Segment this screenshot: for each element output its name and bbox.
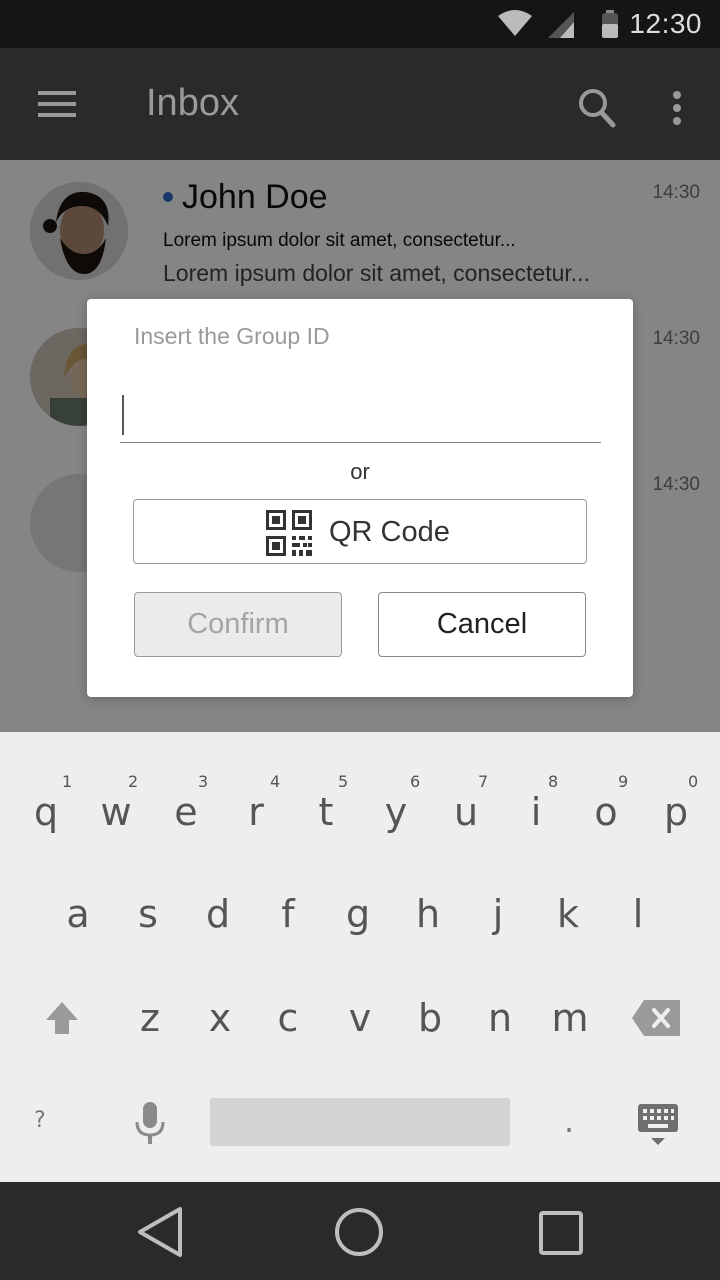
confirm-button[interactable]: Confirm bbox=[134, 592, 342, 657]
period-key[interactable]: . bbox=[564, 1102, 574, 1140]
key-hint-6: 6 bbox=[410, 772, 421, 791]
or-label: or bbox=[350, 459, 370, 484]
key-f[interactable]: f bbox=[266, 892, 310, 936]
soft-keyboard: q w e r t y u i o p 1 2 3 4 5 6 7 8 9 0 … bbox=[0, 732, 720, 1182]
key-u[interactable]: u bbox=[444, 790, 488, 834]
key-hint-8: 8 bbox=[548, 772, 559, 791]
keyboard-hide-icon[interactable] bbox=[638, 1104, 678, 1150]
key-a[interactable]: a bbox=[56, 892, 100, 936]
key-i[interactable]: i bbox=[514, 790, 558, 834]
status-time: 12:30 bbox=[629, 8, 702, 39]
qr-code-label: QR Code bbox=[329, 516, 450, 548]
app-bar: Inbox bbox=[0, 48, 720, 160]
group-id-dialog: Insert the Group ID or QR Code Confirm C… bbox=[87, 299, 633, 697]
search-icon[interactable] bbox=[578, 88, 616, 133]
key-b[interactable]: b bbox=[408, 996, 452, 1040]
text-cursor bbox=[122, 395, 124, 435]
more-options-icon[interactable] bbox=[672, 90, 682, 131]
status-bar: 12:30 bbox=[0, 0, 720, 48]
key-t[interactable]: t bbox=[304, 790, 348, 834]
navigation-bar bbox=[0, 1182, 720, 1280]
key-h[interactable]: h bbox=[406, 892, 450, 936]
key-q[interactable]: q bbox=[24, 790, 68, 834]
dialog-hint: Insert the Group ID bbox=[134, 323, 330, 349]
key-hint-3: 3 bbox=[198, 772, 209, 791]
group-id-input[interactable] bbox=[120, 387, 601, 443]
symbols-key[interactable]: ? bbox=[34, 1108, 46, 1133]
key-e[interactable]: e bbox=[164, 790, 208, 834]
key-r[interactable]: r bbox=[234, 790, 278, 834]
key-k[interactable]: k bbox=[546, 892, 590, 936]
page-title: Inbox bbox=[146, 82, 239, 124]
key-hint-4: 4 bbox=[270, 772, 281, 791]
key-w[interactable]: w bbox=[94, 790, 138, 834]
space-bar[interactable] bbox=[210, 1098, 510, 1146]
key-j[interactable]: j bbox=[476, 892, 520, 936]
home-icon[interactable] bbox=[333, 1206, 385, 1263]
key-o[interactable]: o bbox=[584, 790, 628, 834]
qr-code-button[interactable]: QR Code bbox=[133, 499, 587, 564]
qr-code-icon bbox=[266, 510, 312, 561]
key-g[interactable]: g bbox=[336, 892, 380, 936]
key-d[interactable]: d bbox=[196, 892, 240, 936]
key-n[interactable]: n bbox=[478, 996, 522, 1040]
recents-icon[interactable] bbox=[538, 1210, 584, 1261]
key-p[interactable]: p bbox=[654, 790, 698, 834]
battery-icon bbox=[600, 10, 620, 43]
key-hint-2: 2 bbox=[128, 772, 139, 791]
key-m[interactable]: m bbox=[548, 996, 592, 1040]
key-v[interactable]: v bbox=[338, 996, 382, 1040]
wifi-icon bbox=[498, 10, 532, 43]
key-hint-9: 9 bbox=[618, 772, 629, 791]
key-c[interactable]: c bbox=[266, 996, 310, 1040]
back-icon[interactable] bbox=[136, 1206, 184, 1263]
key-x[interactable]: x bbox=[198, 996, 242, 1040]
key-hint-0: 0 bbox=[688, 772, 699, 791]
menu-icon[interactable] bbox=[38, 90, 76, 123]
backspace-icon[interactable] bbox=[632, 1000, 680, 1040]
key-hint-1: 1 bbox=[62, 772, 73, 791]
key-z[interactable]: z bbox=[128, 996, 172, 1040]
key-hint-5: 5 bbox=[338, 772, 349, 791]
key-s[interactable]: s bbox=[126, 892, 170, 936]
cancel-button[interactable]: Cancel bbox=[378, 592, 586, 657]
signal-icon bbox=[548, 12, 574, 43]
key-hint-7: 7 bbox=[478, 772, 489, 791]
key-y[interactable]: y bbox=[374, 790, 418, 834]
shift-key-icon[interactable] bbox=[44, 1000, 80, 1040]
microphone-icon[interactable] bbox=[134, 1102, 166, 1148]
key-l[interactable]: l bbox=[616, 892, 660, 936]
